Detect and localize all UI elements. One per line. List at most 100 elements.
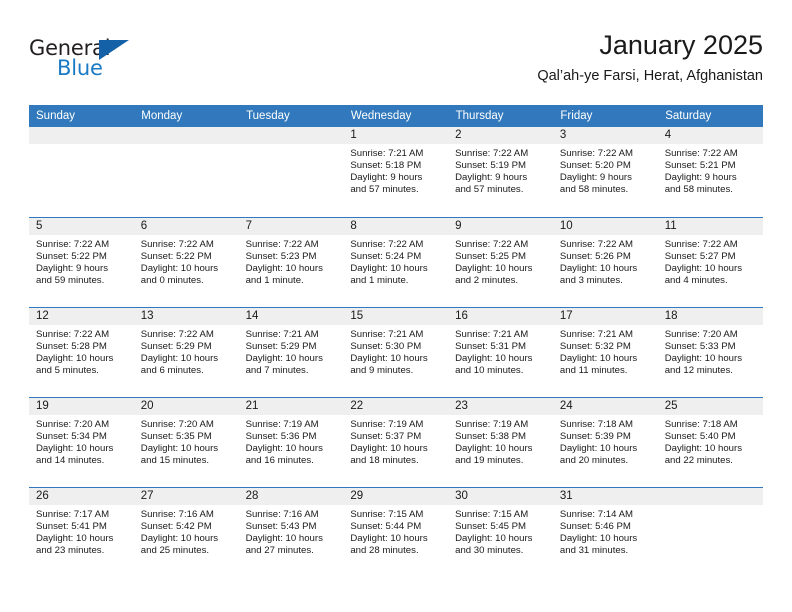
sunrise-time: Sunrise: 7:17 AM [36, 508, 110, 520]
daylight-duration-line1: Daylight: 10 hours [664, 262, 743, 274]
sunset-time: Sunset: 5:24 PM [350, 250, 422, 262]
sunset-time: Sunset: 5:29 PM [245, 340, 317, 352]
calendar-day-cell[interactable]: 7 Sunrise: 7:22 AM Sunset: 5:23 PM Daylight… [238, 216, 344, 307]
daylight-duration-line1: Daylight: 9 hours [350, 172, 423, 184]
sunset-time: Sunset: 5:22 PM [140, 250, 212, 262]
sunrise-time: Sunrise: 7:18 AM [664, 418, 738, 430]
sunset-time: Sunset: 5:42 PM [140, 520, 212, 532]
sunrise-time: Sunrise: 7:14 AM [559, 508, 633, 520]
calendar-day-cell[interactable]: 6 Sunrise: 7:22 AM Sunset: 5:22 PM Daylight… [133, 216, 239, 307]
calendar-day-cell[interactable]: 27 Sunrise: 7:16 AM Sunset: 5:42 PM Dayligh… [133, 486, 239, 577]
calendar-day-cell[interactable]: 30 Sunrise: 7:15 AM Sunset: 5:45 PM Dayligh… [448, 486, 553, 577]
daylight-duration-line1: Daylight: 10 hours [559, 532, 638, 544]
sunrise-time: Sunrise: 7:22 AM [455, 148, 529, 159]
calendar-day-cell[interactable]: 23 Sunrise: 7:19 AM Sunset: 5:38 PM Dayligh… [448, 396, 553, 487]
calendar-week-row: 26 Sunrise: 7:17 AM Sunset: 5:41 PM Dayligh… [29, 486, 763, 577]
day-details: Sunrise: 7:16 AM Sunset: 5:43 PM Daylight:… [239, 505, 344, 557]
calendar-day-cell[interactable]: 18 Sunrise: 7:20 AM Sunset: 5:33 PM Dayligh… [657, 306, 763, 397]
day-details: Sunrise: 7:21 AM Sunset: 5:32 PM Daylight:… [553, 325, 658, 377]
day-number: 18 [657, 307, 763, 325]
day-number: 6 [133, 217, 239, 235]
calendar-day-cell[interactable]: 10 Sunrise: 7:22 AM Sunset: 5:26 PM Dayligh… [552, 216, 658, 307]
calendar-day-cell[interactable]: 1 Sunrise: 7:21 AM Sunset: 5:18 PM Daylight… [343, 127, 449, 217]
calendar-day-cell[interactable]: 24 Sunrise: 7:18 AM Sunset: 5:39 PM Dayligh… [552, 396, 658, 487]
sunrise-time: Sunrise: 7:21 AM [350, 328, 424, 340]
calendar-day-cell-empty [29, 127, 134, 217]
calendar-day-cell[interactable]: 15 Sunrise: 7:21 AM Sunset: 5:30 PM Dayligh… [343, 306, 449, 397]
sunrise-time: Sunrise: 7:20 AM [36, 418, 110, 430]
day-details: Sunrise: 7:16 AM Sunset: 5:42 PM Daylight:… [134, 505, 239, 557]
calendar-day-cell[interactable]: 31 Sunrise: 7:14 AM Sunset: 5:46 PM Dayligh… [552, 486, 658, 577]
calendar-day-cell[interactable]: 5 Sunrise: 7:22 AM Sunset: 5:22 PM Daylight… [29, 216, 134, 307]
calendar-day-cell[interactable]: 8 Sunrise: 7:22 AM Sunset: 5:24 PM Daylight… [343, 216, 449, 307]
daylight-duration-line1: Daylight: 10 hours [559, 442, 638, 454]
day-number: 21 [238, 397, 344, 415]
day-number [238, 127, 344, 144]
calendar-day-cell[interactable]: 14 Sunrise: 7:21 AM Sunset: 5:29 PM Dayligh… [238, 306, 344, 397]
sunrise-time: Sunrise: 7:16 AM [140, 508, 214, 520]
weekday-header-saturday: Saturday [657, 105, 763, 127]
sunset-time: Sunset: 5:34 PM [36, 430, 107, 442]
daylight-duration-line1: Daylight: 10 hours [350, 442, 428, 454]
calendar-day-cell[interactable]: 19 Sunrise: 7:20 AM Sunset: 5:34 PM Dayligh… [29, 396, 134, 487]
day-number: 27 [133, 487, 239, 505]
calendar-day-cell-empty [238, 127, 344, 217]
calendar-day-cell[interactable]: 16 Sunrise: 7:21 AM Sunset: 5:31 PM Dayligh… [448, 306, 553, 397]
calendar-day-cell[interactable]: 25 Sunrise: 7:18 AM Sunset: 5:40 PM Dayligh… [657, 396, 763, 487]
day-details: Sunrise: 7:21 AM Sunset: 5:30 PM Daylight:… [343, 325, 448, 377]
day-details: Sunrise: 7:22 AM Sunset: 5:22 PM Daylight:… [134, 235, 239, 287]
daylight-duration-line1: Daylight: 9 hours [664, 172, 737, 184]
day-number [657, 487, 763, 505]
daylight-duration-line1: Daylight: 9 hours [455, 172, 528, 184]
sunrise-time: Sunrise: 7:22 AM [664, 238, 738, 250]
daylight-duration-line1: Daylight: 9 hours [36, 262, 108, 274]
calendar-day-cell[interactable]: 22 Sunrise: 7:19 AM Sunset: 5:37 PM Dayligh… [343, 396, 449, 487]
day-details: Sunrise: 7:19 AM Sunset: 5:37 PM Daylight:… [343, 415, 448, 467]
calendar-day-cell[interactable]: 21 Sunrise: 7:19 AM Sunset: 5:36 PM Dayligh… [238, 396, 344, 487]
calendar-day-cell[interactable]: 28 Sunrise: 7:16 AM Sunset: 5:43 PM Dayligh… [238, 486, 344, 577]
day-number: 3 [552, 127, 658, 144]
sunset-time: Sunset: 5:37 PM [350, 430, 422, 442]
calendar-day-cell[interactable]: 11 Sunrise: 7:22 AM Sunset: 5:27 PM Dayligh… [657, 216, 763, 307]
logo-triangle-icon [99, 40, 129, 60]
calendar-week-row: 19 Sunrise: 7:20 AM Sunset: 5:34 PM Dayligh… [29, 396, 763, 487]
day-details: Sunrise: 7:22 AM Sunset: 5:21 PM Daylight:… [658, 144, 763, 196]
calendar-day-cell[interactable]: 2 Sunrise: 7:22 AM Sunset: 5:19 PM Daylight… [448, 127, 553, 217]
sunset-time: Sunset: 5:30 PM [350, 340, 422, 352]
day-number: 23 [448, 397, 553, 415]
daylight-duration-line2: and 4 minutes. [664, 274, 728, 286]
calendar-day-cell[interactable]: 13 Sunrise: 7:22 AM Sunset: 5:29 PM Dayligh… [133, 306, 239, 397]
daylight-duration-line1: Daylight: 10 hours [36, 532, 114, 544]
brand-logo[interactable]: General Blue [29, 36, 149, 88]
day-details: Sunrise: 7:20 AM Sunset: 5:34 PM Daylight:… [29, 415, 134, 467]
daylight-duration-line2: and 58 minutes. [559, 184, 629, 196]
sunrise-time: Sunrise: 7:18 AM [559, 418, 633, 430]
calendar-day-cell[interactable]: 3 Sunrise: 7:22 AM Sunset: 5:20 PM Daylight… [552, 127, 658, 217]
daylight-duration-line1: Daylight: 10 hours [455, 532, 533, 544]
day-number: 17 [552, 307, 658, 325]
daylight-duration-line2: and 58 minutes. [664, 184, 733, 196]
daylight-duration-line1: Daylight: 10 hours [350, 352, 428, 364]
day-details: Sunrise: 7:21 AM Sunset: 5:31 PM Daylight:… [448, 325, 553, 377]
sunset-time: Sunset: 5:27 PM [664, 250, 736, 262]
calendar-day-cell[interactable]: 9 Sunrise: 7:22 AM Sunset: 5:25 PM Daylight… [448, 216, 553, 307]
sunrise-time: Sunrise: 7:21 AM [350, 148, 424, 159]
calendar-day-cell[interactable]: 4 Sunrise: 7:22 AM Sunset: 5:21 PM Daylight… [657, 127, 763, 217]
sunset-time: Sunset: 5:39 PM [559, 430, 631, 442]
calendar-day-cell[interactable]: 17 Sunrise: 7:21 AM Sunset: 5:32 PM Dayligh… [552, 306, 658, 397]
weekday-header-friday: Friday [552, 105, 659, 127]
calendar-day-cell[interactable]: 29 Sunrise: 7:15 AM Sunset: 5:44 PM Dayligh… [343, 486, 449, 577]
day-number: 24 [552, 397, 658, 415]
day-number: 4 [657, 127, 763, 144]
sunset-time: Sunset: 5:28 PM [36, 340, 107, 352]
sunset-time: Sunset: 5:35 PM [140, 430, 212, 442]
calendar-day-cell[interactable]: 20 Sunrise: 7:20 AM Sunset: 5:35 PM Dayligh… [133, 396, 239, 487]
day-details: Sunrise: 7:18 AM Sunset: 5:40 PM Daylight:… [658, 415, 763, 467]
day-details: Sunrise: 7:15 AM Sunset: 5:45 PM Daylight:… [448, 505, 553, 557]
sunrise-time: Sunrise: 7:21 AM [245, 328, 319, 340]
sunset-time: Sunset: 5:45 PM [455, 520, 527, 532]
calendar-day-cell[interactable]: 12 Sunrise: 7:22 AM Sunset: 5:28 PM Dayligh… [29, 306, 134, 397]
calendar-day-cell[interactable]: 26 Sunrise: 7:17 AM Sunset: 5:41 PM Dayligh… [29, 486, 134, 577]
day-details: Sunrise: 7:19 AM Sunset: 5:38 PM Daylight:… [448, 415, 553, 467]
sunrise-time: Sunrise: 7:22 AM [455, 238, 529, 250]
